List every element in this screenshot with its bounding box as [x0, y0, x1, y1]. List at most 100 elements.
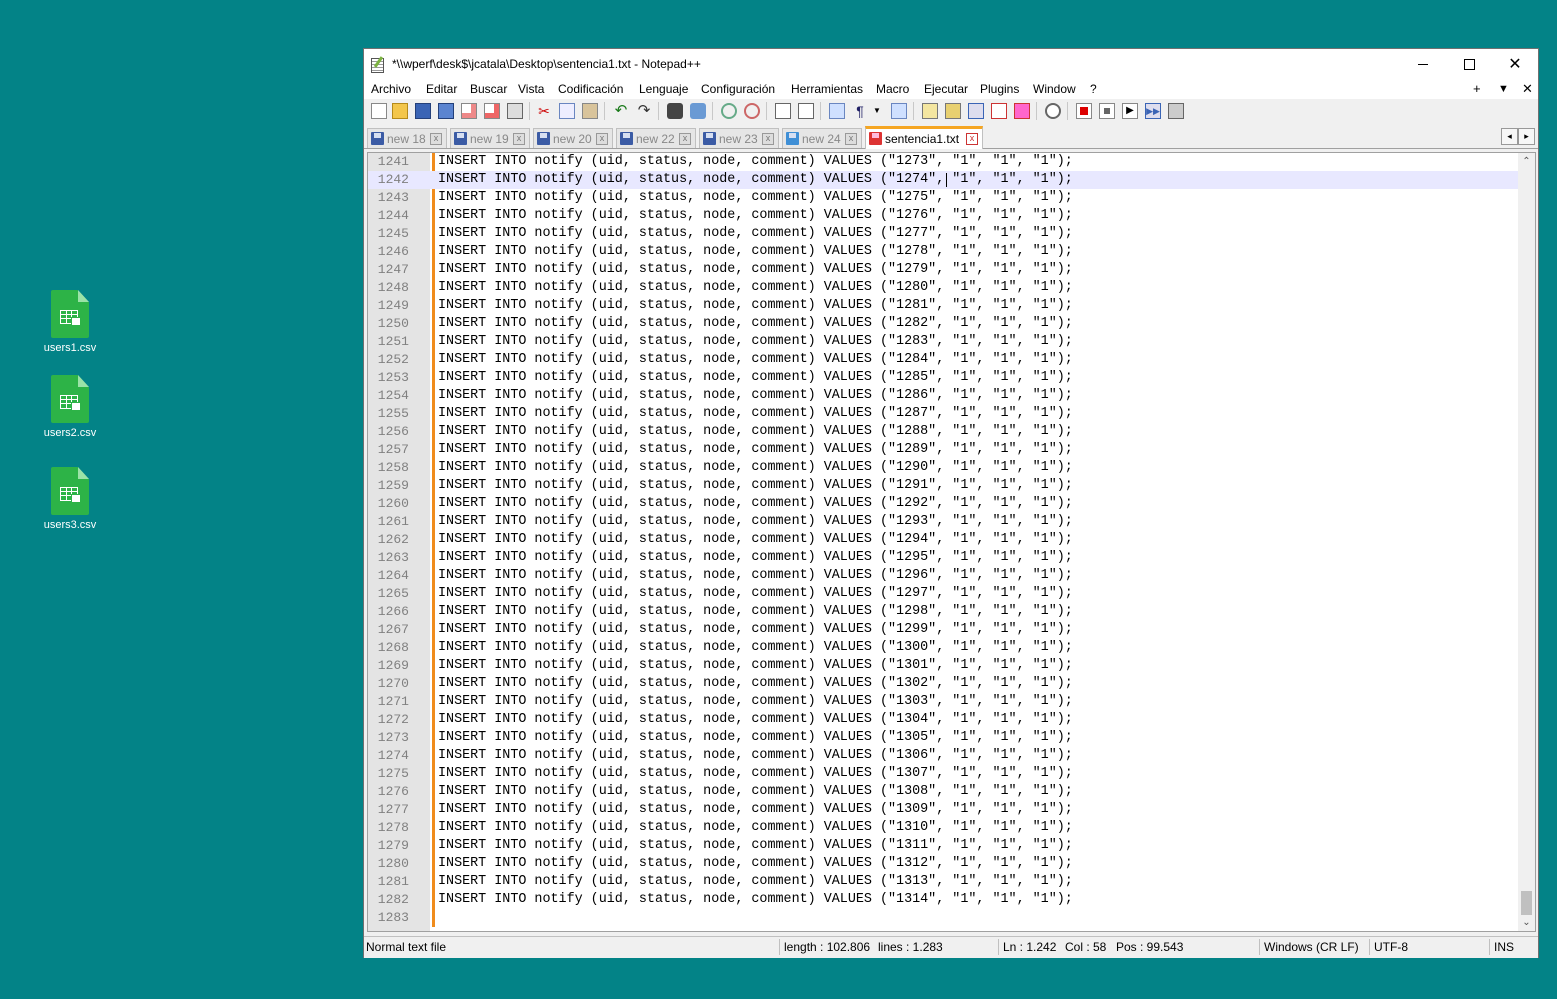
menu-help[interactable]: ?: [1090, 82, 1097, 96]
menu-macro[interactable]: Macro: [876, 82, 909, 96]
line-text[interactable]: INSERT INTO notify (uid, status, node, c…: [438, 459, 1073, 477]
line-text[interactable]: INSERT INTO notify (uid, status, node, c…: [438, 369, 1073, 387]
vertical-scrollbar[interactable]: ⌃ ⌄: [1518, 153, 1535, 931]
close-icon[interactable]: [461, 103, 477, 119]
close-window-button[interactable]: ✕: [1492, 49, 1538, 79]
line-text[interactable]: INSERT INTO notify (uid, status, node, c…: [438, 243, 1073, 261]
close-doc-icon[interactable]: ✕: [1522, 81, 1533, 97]
line-text[interactable]: INSERT INTO notify (uid, status, node, c…: [438, 387, 1073, 405]
line-text[interactable]: INSERT INTO notify (uid, status, node, c…: [438, 333, 1073, 351]
tab-close-icon[interactable]: x: [966, 133, 978, 145]
line-text[interactable]: INSERT INTO notify (uid, status, node, c…: [438, 153, 1073, 171]
menu-configuracion[interactable]: Configuración: [701, 82, 775, 96]
line-text[interactable]: INSERT INTO notify (uid, status, node, c…: [438, 423, 1073, 441]
menu-editar[interactable]: Editar: [426, 82, 457, 96]
editor-line[interactable]: 1250 INSERT INTO notify (uid, status, nod…: [368, 315, 1518, 333]
line-text[interactable]: INSERT INTO notify (uid, status, node, c…: [438, 855, 1073, 873]
scroll-thumb[interactable]: [1521, 891, 1532, 915]
tab-list-dropdown-icon[interactable]: ▼: [1498, 83, 1509, 95]
line-text[interactable]: INSERT INTO notify (uid, status, node, c…: [438, 765, 1073, 783]
editor-line[interactable]: 1247 INSERT INTO notify (uid, status, nod…: [368, 261, 1518, 279]
new-file-icon[interactable]: [371, 103, 387, 119]
sync-horizontal-icon[interactable]: [798, 103, 814, 119]
tab-scroll-right-icon[interactable]: ▸: [1518, 128, 1535, 145]
tab-close-icon[interactable]: x: [513, 133, 525, 145]
editor-line[interactable]: 1263 INSERT INTO notify (uid, status, nod…: [368, 549, 1518, 567]
line-text[interactable]: INSERT INTO notify (uid, status, node, c…: [438, 495, 1073, 513]
show-all-chars-icon[interactable]: ¶: [852, 103, 868, 119]
line-text[interactable]: INSERT INTO notify (uid, status, node, c…: [438, 351, 1073, 369]
editor-line[interactable]: 1274 INSERT INTO notify (uid, status, nod…: [368, 747, 1518, 765]
copy-icon[interactable]: [559, 103, 575, 119]
menu-archivo[interactable]: Archivo: [371, 82, 411, 96]
line-text[interactable]: INSERT INTO notify (uid, status, node, c…: [438, 729, 1073, 747]
function-list-icon[interactable]: [968, 103, 984, 119]
editor-line[interactable]: 1255 INSERT INTO notify (uid, status, nod…: [368, 405, 1518, 423]
editor-line[interactable]: 1280 INSERT INTO notify (uid, status, nod…: [368, 855, 1518, 873]
editor-line[interactable]: 1266 INSERT INTO notify (uid, status, nod…: [368, 603, 1518, 621]
editor-line[interactable]: 1242 INSERT INTO notify (uid, status, nod…: [368, 171, 1518, 189]
editor-line[interactable]: 1246 INSERT INTO notify (uid, status, nod…: [368, 243, 1518, 261]
editor-line[interactable]: 1261 INSERT INTO notify (uid, status, nod…: [368, 513, 1518, 531]
editor-line[interactable]: 1269 INSERT INTO notify (uid, status, nod…: [368, 657, 1518, 675]
line-text[interactable]: INSERT INTO notify (uid, status, node, c…: [438, 639, 1073, 657]
editor-line[interactable]: 1282 INSERT INTO notify (uid, status, nod…: [368, 891, 1518, 909]
line-text[interactable]: INSERT INTO notify (uid, status, node, c…: [438, 603, 1073, 621]
record-macro-icon[interactable]: [1076, 103, 1092, 119]
tab-close-icon[interactable]: x: [845, 133, 857, 145]
editor-line[interactable]: 1262 INSERT INTO notify (uid, status, nod…: [368, 531, 1518, 549]
replace-icon[interactable]: [690, 103, 706, 119]
run-macro-multiple-icon[interactable]: ▶▶: [1145, 103, 1161, 119]
menu-lenguaje[interactable]: Lenguaje: [639, 82, 688, 96]
open-file-icon[interactable]: [392, 103, 408, 119]
editor-line[interactable]: 1268 INSERT INTO notify (uid, status, nod…: [368, 639, 1518, 657]
line-text[interactable]: INSERT INTO notify (uid, status, node, c…: [438, 891, 1073, 909]
save-all-icon[interactable]: [438, 103, 454, 119]
editor-line[interactable]: 1278 INSERT INTO notify (uid, status, nod…: [368, 819, 1518, 837]
tab-close-icon[interactable]: x: [596, 133, 608, 145]
word-wrap-icon[interactable]: [829, 103, 845, 119]
line-text[interactable]: INSERT INTO notify (uid, status, node, c…: [438, 531, 1073, 549]
indent-guide-icon[interactable]: [891, 103, 907, 119]
show-symbol-dropdown-icon[interactable]: ▼: [872, 103, 882, 119]
line-text[interactable]: INSERT INTO notify (uid, status, node, c…: [438, 801, 1073, 819]
save-macro-icon[interactable]: [1168, 103, 1184, 119]
status-encoding[interactable]: UTF-8: [1374, 940, 1408, 954]
editor-line[interactable]: 1253 INSERT INTO notify (uid, status, nod…: [368, 369, 1518, 387]
line-text[interactable]: INSERT INTO notify (uid, status, node, c…: [438, 621, 1073, 639]
editor-line[interactable]: 1249 INSERT INTO notify (uid, status, nod…: [368, 297, 1518, 315]
editor-line[interactable]: 1260 INSERT INTO notify (uid, status, nod…: [368, 495, 1518, 513]
editor-line[interactable]: 1272 INSERT INTO notify (uid, status, nod…: [368, 711, 1518, 729]
paste-icon[interactable]: [582, 103, 598, 119]
print-icon[interactable]: [507, 103, 523, 119]
editor-line[interactable]: 1264 INSERT INTO notify (uid, status, nod…: [368, 567, 1518, 585]
line-text[interactable]: INSERT INTO notify (uid, status, node, c…: [438, 747, 1073, 765]
tab-new-23[interactable]: new 23 x: [699, 128, 779, 148]
tab-close-icon[interactable]: x: [430, 133, 442, 145]
tab-close-icon[interactable]: x: [679, 133, 691, 145]
sync-vertical-icon[interactable]: [775, 103, 791, 119]
line-text[interactable]: INSERT INTO notify (uid, status, node, c…: [438, 297, 1073, 315]
menu-window[interactable]: Window: [1033, 82, 1076, 96]
undo-icon[interactable]: ↶: [613, 103, 629, 119]
line-text[interactable]: INSERT INTO notify (uid, status, node, c…: [438, 837, 1073, 855]
menu-codificacion[interactable]: Codificación: [558, 82, 623, 96]
line-text[interactable]: INSERT INTO notify (uid, status, node, c…: [438, 405, 1073, 423]
editor-line[interactable]: 1259 INSERT INTO notify (uid, status, nod…: [368, 477, 1518, 495]
status-eol[interactable]: Windows (CR LF): [1264, 940, 1359, 954]
editor-line[interactable]: 1267 INSERT INTO notify (uid, status, nod…: [368, 621, 1518, 639]
cut-icon[interactable]: ✂: [536, 103, 552, 119]
find-icon[interactable]: [667, 103, 683, 119]
stop-macro-icon[interactable]: [1099, 103, 1115, 119]
editor-line[interactable]: 1281 INSERT INTO notify (uid, status, nod…: [368, 873, 1518, 891]
line-text[interactable]: INSERT INTO notify (uid, status, node, c…: [438, 279, 1073, 297]
menu-buscar[interactable]: Buscar: [470, 82, 507, 96]
tab-new-24[interactable]: new 24 x: [782, 128, 862, 148]
line-text[interactable]: INSERT INTO notify (uid, status, node, c…: [438, 567, 1073, 585]
line-text[interactable]: INSERT INTO notify (uid, status, node, c…: [438, 225, 1073, 243]
play-macro-icon[interactable]: ▶: [1122, 103, 1138, 119]
editor-line[interactable]: 1241 INSERT INTO notify (uid, status, nod…: [368, 153, 1518, 171]
zoom-out-icon[interactable]: [744, 103, 760, 119]
scroll-down-icon[interactable]: ⌄: [1518, 914, 1535, 931]
editor-line[interactable]: 1252 INSERT INTO notify (uid, status, nod…: [368, 351, 1518, 369]
